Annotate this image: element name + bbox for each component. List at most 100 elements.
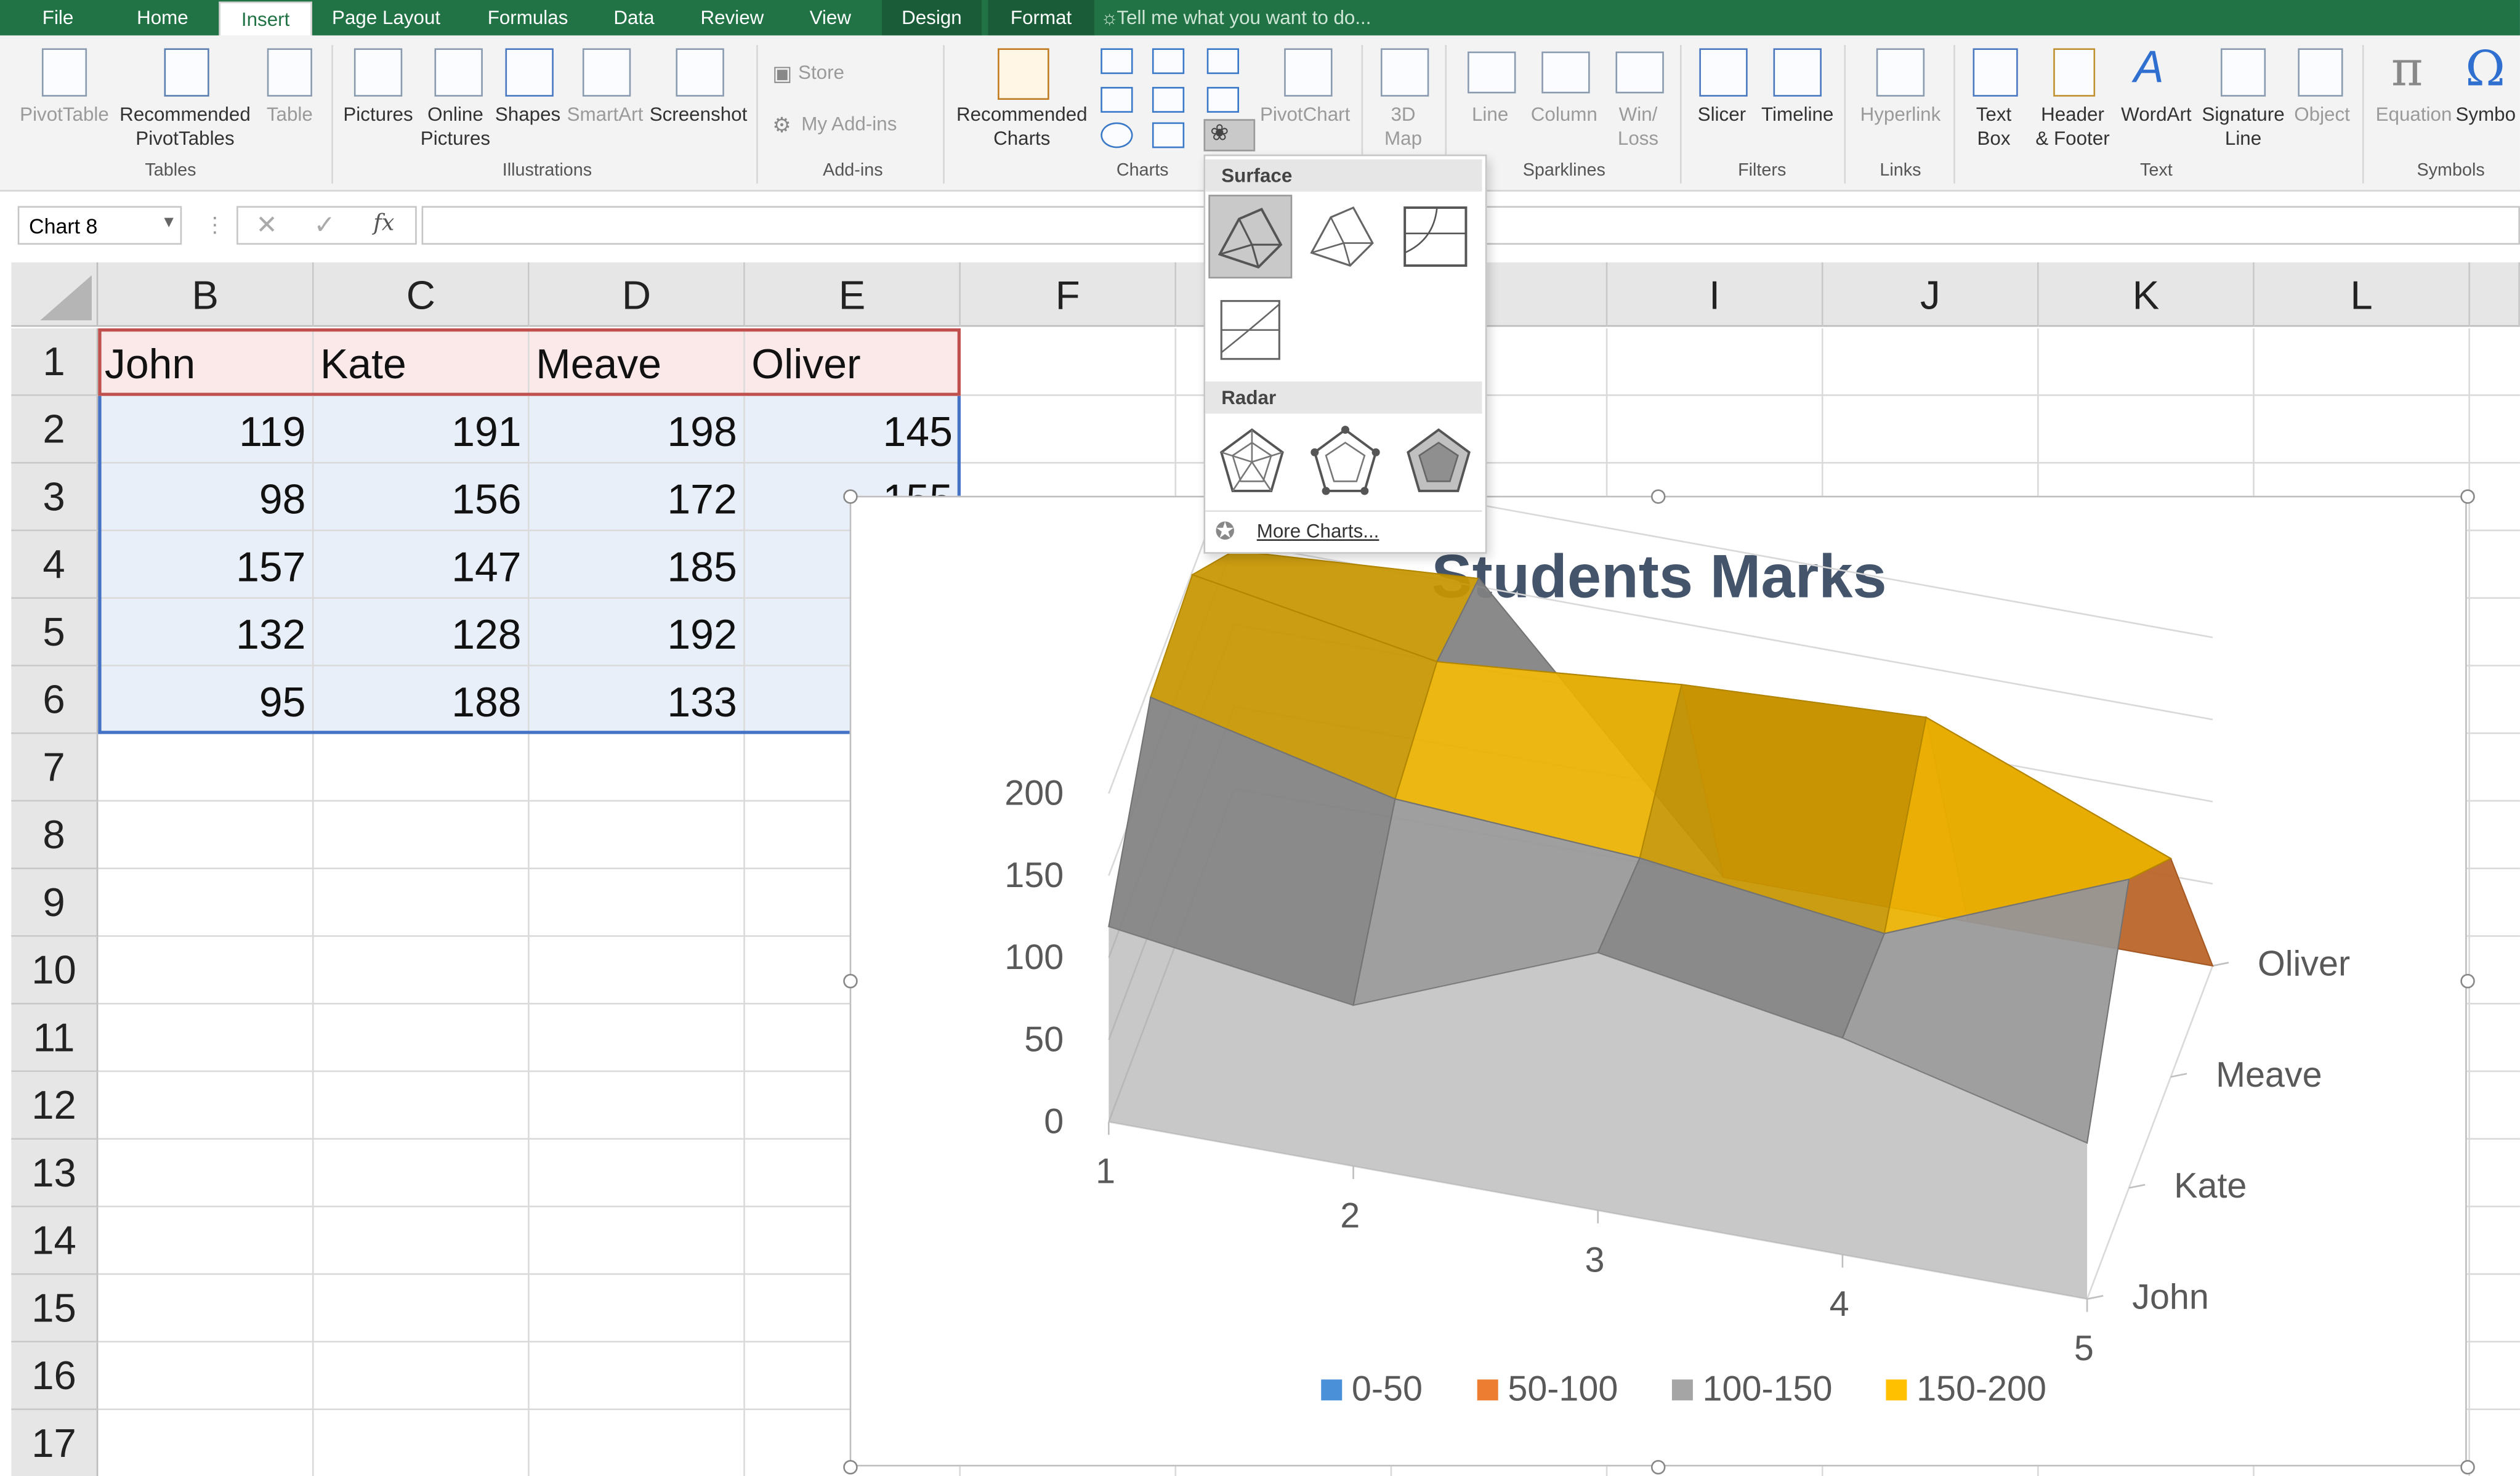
shapes-button[interactable]: Shapes xyxy=(493,103,563,127)
row-header-5[interactable]: 5 xyxy=(11,599,99,667)
row-header-13[interactable]: 13 xyxy=(11,1140,99,1207)
tab-design[interactable]: Design xyxy=(881,0,982,36)
column-chart-icon[interactable] xyxy=(1100,48,1133,75)
more-charts-link[interactable]: More Charts... xyxy=(1257,520,1379,543)
column-header-j[interactable]: J xyxy=(1823,262,2039,327)
legend-label[interactable]: 150-200 xyxy=(1916,1369,2046,1408)
column-header-d[interactable]: D xyxy=(529,262,745,327)
row-header-8[interactable]: 8 xyxy=(11,801,99,870)
symbol-button[interactable]: Symbo xyxy=(2455,103,2520,127)
row-header-17[interactable]: 17 xyxy=(11,1409,99,1476)
tab-home[interactable]: Home xyxy=(116,0,209,35)
scatter-chart-icon[interactable] xyxy=(1152,122,1185,148)
sparkline-line-button[interactable]: Line xyxy=(1458,103,1522,127)
online-pictures-button[interactable]: Online Pictures xyxy=(415,103,496,151)
3d-surface-option[interactable] xyxy=(1208,195,1293,279)
waterfall-chart-icon[interactable] xyxy=(1206,48,1240,75)
column-header-i[interactable]: I xyxy=(1607,262,1823,327)
column-header-f[interactable]: F xyxy=(960,262,1177,327)
row-header-9[interactable]: 9 xyxy=(11,869,99,937)
enter-icon[interactable]: ✓ xyxy=(314,209,336,241)
chart-area[interactable]: Students Marks 0 50 100 150 200 1 2 3 4 5 John Kate… xyxy=(849,495,2467,1467)
legend-label[interactable]: 50-100 xyxy=(1508,1369,1618,1408)
radar-option[interactable] xyxy=(1212,420,1296,504)
cancel-icon[interactable]: ✕ xyxy=(256,209,277,241)
row-header-16[interactable]: 16 xyxy=(11,1342,99,1410)
resize-handle[interactable] xyxy=(1650,1459,1666,1475)
tab-file[interactable]: File xyxy=(19,0,96,35)
column-header-m[interactable] xyxy=(2470,262,2520,327)
recommended-pivottables-button[interactable]: Recommended PivotTables xyxy=(113,103,257,151)
line-chart-icon[interactable] xyxy=(1100,87,1133,113)
row-header-1[interactable]: 1 xyxy=(11,328,99,396)
pivottable-button[interactable]: PivotTable xyxy=(13,103,116,127)
timeline-button[interactable]: Timeline xyxy=(1754,103,1841,127)
column-header-k[interactable]: K xyxy=(2038,262,2255,327)
tab-review[interactable]: Review xyxy=(682,0,782,35)
row-header-6[interactable]: 6 xyxy=(11,666,99,734)
row-header-11[interactable]: 11 xyxy=(11,1004,99,1073)
select-all-button[interactable] xyxy=(11,262,99,327)
combo-chart-icon[interactable] xyxy=(1206,87,1240,113)
column-header-b[interactable]: B xyxy=(98,262,314,327)
hyperlink-button[interactable]: Hyperlink xyxy=(1854,103,1947,127)
resize-handle[interactable] xyxy=(2460,489,2475,504)
row-header-3[interactable]: 3 xyxy=(11,463,99,532)
screenshot-button[interactable]: Screenshot xyxy=(647,103,749,127)
row-header-14[interactable]: 14 xyxy=(11,1207,99,1275)
my-addins-button[interactable]: My Add-ins xyxy=(801,113,914,137)
tab-format[interactable]: Format xyxy=(988,0,1094,36)
tab-data[interactable]: Data xyxy=(599,0,669,35)
column-header-l[interactable]: L xyxy=(2254,262,2470,327)
surface-plot[interactable] xyxy=(1108,549,2214,1299)
tab-formulas[interactable]: Formulas xyxy=(470,0,586,35)
insert-function-icon[interactable]: fx xyxy=(373,211,394,237)
row-header-15[interactable]: 15 xyxy=(11,1275,99,1343)
row-header-2[interactable]: 2 xyxy=(11,395,99,464)
statistic-chart-icon[interactable] xyxy=(1152,87,1185,113)
chart-title[interactable]: Students Marks xyxy=(1431,542,1886,610)
tab-view[interactable]: View xyxy=(795,0,866,35)
resize-handle[interactable] xyxy=(1650,489,1666,504)
row-header-4[interactable]: 4 xyxy=(11,531,99,599)
pivotchart-button[interactable]: PivotChart xyxy=(1255,103,1355,127)
row-header-12[interactable]: 12 xyxy=(11,1072,99,1140)
text-box-button[interactable]: Text Box xyxy=(1960,103,2028,151)
name-box[interactable]: Chart 8 xyxy=(17,206,182,245)
store-button[interactable]: Store xyxy=(798,61,863,85)
resize-handle[interactable] xyxy=(2460,973,2475,989)
sparkline-winloss-button[interactable]: Win/Loss xyxy=(1606,103,1671,151)
resize-handle[interactable] xyxy=(843,1459,858,1475)
equation-button[interactable]: Equation xyxy=(2369,103,2458,127)
smartart-button[interactable]: SmartArt xyxy=(563,103,647,127)
resize-handle[interactable] xyxy=(2460,1459,2475,1475)
contour-option[interactable] xyxy=(1395,195,1479,278)
filled-radar-option[interactable] xyxy=(1399,420,1482,504)
3d-map-button[interactable]: 3D Map xyxy=(1368,103,1439,151)
recommended-charts-button[interactable]: Recommended Charts xyxy=(953,103,1091,151)
column-header-e[interactable]: E xyxy=(745,262,961,327)
legend-label[interactable]: 100-150 xyxy=(1703,1369,1833,1408)
column-header-c[interactable]: C xyxy=(313,262,530,327)
wireframe-3d-surface-option[interactable] xyxy=(1302,195,1386,278)
legend-label[interactable]: 0-50 xyxy=(1352,1369,1423,1408)
pie-chart-icon[interactable] xyxy=(1100,122,1133,148)
header-footer-button[interactable]: Header & Footer xyxy=(2027,103,2117,151)
chart-legend[interactable]: 0-50 50-100 100-150 150-200 xyxy=(1321,1369,2046,1408)
resize-handle[interactable] xyxy=(843,973,858,989)
hierarchy-chart-icon[interactable] xyxy=(1152,48,1185,75)
sparkline-column-button[interactable]: Column xyxy=(1522,103,1606,127)
row-header-7[interactable]: 7 xyxy=(11,734,99,802)
signature-line-button[interactable]: Signature Line xyxy=(2198,103,2288,151)
table-button[interactable]: Table xyxy=(257,103,322,127)
object-button[interactable]: Object xyxy=(2285,103,2359,127)
chevron-down-icon[interactable]: ▼ xyxy=(161,214,177,232)
radar-with-markers-option[interactable] xyxy=(1305,420,1389,504)
wordart-button[interactable]: WordArt xyxy=(2114,103,2198,127)
wireframe-contour-option[interactable] xyxy=(1208,288,1292,372)
resize-handle[interactable] xyxy=(843,489,858,504)
tab-page-layout[interactable]: Page Layout xyxy=(318,0,453,35)
tell-me-search[interactable]: Tell me what you want to do... xyxy=(1117,0,1371,35)
pictures-button[interactable]: Pictures xyxy=(338,103,419,127)
tab-insert[interactable]: Insert xyxy=(219,1,312,38)
